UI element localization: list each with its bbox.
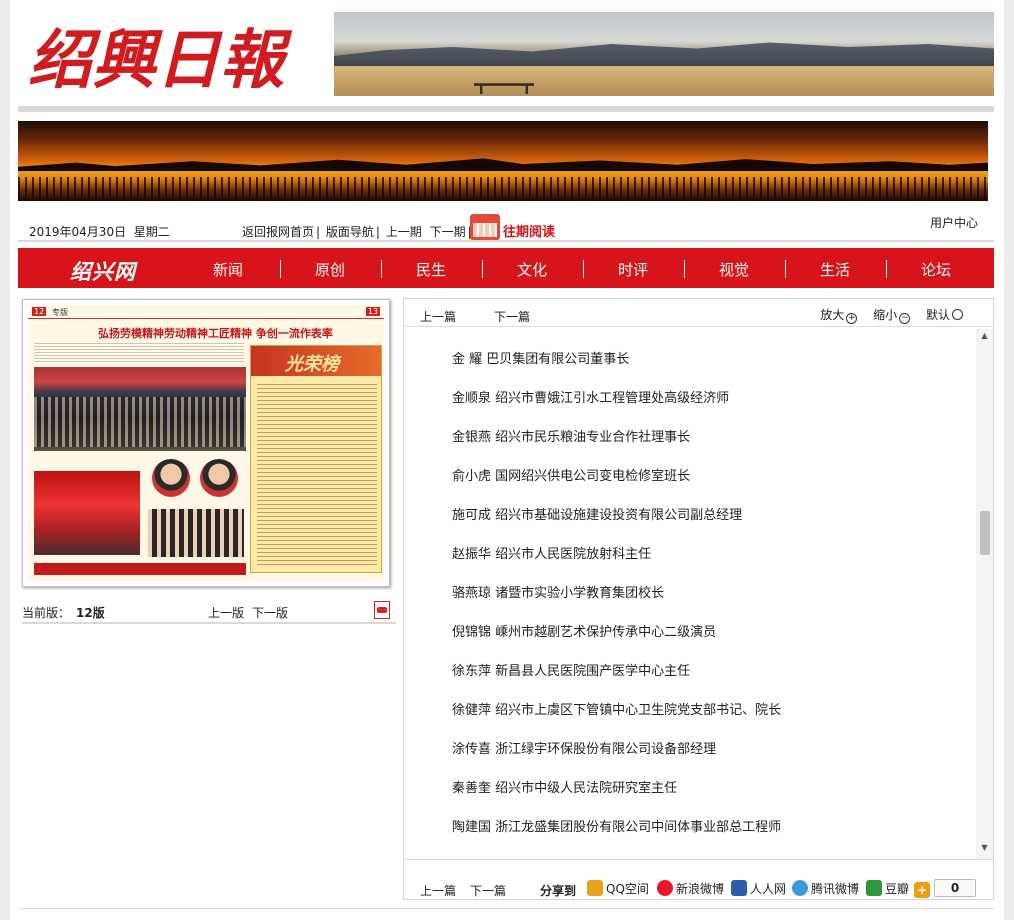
shaoxing-daily-logo: 绍興日報: [28, 23, 293, 98]
list-item: 金顺泉 绍兴市曹娥江引水工程管理处高级经济师: [452, 391, 730, 406]
zoom-default-button[interactable]: 默认: [920, 308, 963, 322]
share-more-button[interactable]: +: [914, 880, 933, 898]
share-tencent-weibo-button[interactable]: 腾讯微博: [792, 880, 859, 897]
nav-item-culture[interactable]: 文化: [517, 259, 547, 280]
home-link[interactable]: 返回报网首页: [242, 225, 316, 239]
list-item: 徐东萍 新昌县人民医院围产医学中心主任: [452, 664, 691, 679]
thumbnail-headline: 弘扬劳模精神劳动精神工匠精神 争创一流作表率: [98, 327, 333, 340]
list-item: 施可成 绍兴市基础设施建设投资有限公司副总经理: [452, 508, 743, 523]
page-meta: 当前版： 12版 上一版 下一版: [22, 598, 396, 624]
nav-item-forum[interactable]: 论坛: [921, 259, 951, 280]
nav-item-visual[interactable]: 视觉: [719, 259, 749, 280]
ceremony-photo: [34, 471, 140, 555]
plus-icon: +: [914, 882, 930, 898]
list-item: 骆燕琼 诸暨市实验小学教育集团校长: [452, 586, 665, 601]
article-footer: 上一篇 下一篇 分享到 QQ空间 新浪微博 人人网 腾讯微博 豆瓣 + 0: [404, 859, 993, 901]
scrollbar-thumb[interactable]: [980, 511, 990, 555]
minus-circle-icon: −: [899, 313, 911, 324]
list-item: 倪锦锦 嵊州市越剧艺术保护传承中心二级演员: [452, 625, 717, 640]
list-item: 俞小虎 国网绍兴供电公司变电检修室班长: [452, 469, 691, 484]
nav-logo[interactable]: 绍兴网: [70, 256, 136, 286]
portrait-photo: [152, 459, 190, 497]
header-divider: [18, 106, 994, 112]
qzone-icon: [587, 880, 603, 896]
page-bottom-border: [18, 908, 994, 920]
group-photo: [34, 367, 246, 451]
user-center-link[interactable]: 用户中心: [930, 214, 978, 231]
team-photo: [148, 509, 244, 557]
weibo-icon: [657, 880, 673, 896]
list-item: 秦善奎 绍兴市中级人民法院研究室主任: [452, 781, 678, 796]
tencent-weibo-icon: [792, 880, 808, 896]
share-qzone-button[interactable]: QQ空间: [587, 880, 649, 897]
info-row: 2019年04月30日 星期二 返回报网首页| 版面导航| 上一期 下一期| 往…: [18, 212, 994, 242]
list-item: 赵振华 绍兴市人民医院放射科主任: [452, 547, 652, 562]
header-banner-image: [334, 12, 994, 96]
page-thumbnail[interactable]: 12 专版 13 弘扬劳模精神劳动精神工匠精神 争创一流作表率 光荣榜: [22, 299, 390, 587]
zoom-out-button[interactable]: 缩小 −: [867, 308, 911, 324]
renren-icon: [731, 880, 747, 896]
share-renren-button[interactable]: 人人网: [731, 880, 786, 897]
next-article-link[interactable]: 下一篇: [494, 308, 530, 325]
nav-item-life[interactable]: 生活: [820, 259, 850, 280]
scroll-down-icon[interactable]: ▼: [976, 843, 993, 857]
issue-date: 2019年04月30日 星期二: [29, 225, 170, 239]
prev-article-link-bottom[interactable]: 上一篇: [420, 882, 456, 899]
portrait-photo: [200, 459, 238, 497]
prev-issue-link[interactable]: 上一期: [386, 225, 424, 239]
nav-item-commentary[interactable]: 时评: [618, 259, 648, 280]
circle-icon: [952, 309, 963, 320]
zoom-in-button[interactable]: 放大 +: [814, 308, 858, 324]
nav-item-news[interactable]: 新闻: [213, 259, 243, 280]
list-item: 金 耀 巴贝集团有限公司董事长: [452, 352, 630, 367]
plus-circle-icon: +: [846, 313, 858, 324]
share-weibo-button[interactable]: 新浪微博: [657, 880, 724, 897]
next-article-link-bottom[interactable]: 下一篇: [470, 882, 506, 899]
list-item: 陶建国 浙江龙盛集团股份有限公司中间体事业部总工程师: [452, 820, 782, 835]
current-page: 当前版： 12版: [22, 606, 105, 620]
main-nav: 绍兴网 新闻 原创 民生 文化 时评 视觉 生活 论坛: [18, 248, 994, 288]
list-item: 徐健萍 绍兴市上虞区下管镇中心卫生院党支部书记、院长: [452, 703, 782, 718]
next-page-link[interactable]: 下一版: [252, 604, 288, 621]
pdf-icon[interactable]: [374, 601, 390, 619]
page: 绍興日報 2019年04月30日 星期二 返回报网首页 | 版面导航 | 上一期 下…: [10, 0, 1004, 920]
past-reading-link[interactable]: 往期阅读: [503, 221, 555, 240]
logo-text: 绍興日報: [28, 23, 293, 98]
issue-links: 返回报网首页| 版面导航| 上一期 下一期|: [242, 225, 472, 239]
page-nav-link[interactable]: 版面导航: [326, 225, 376, 239]
nav-item-original[interactable]: 原创: [315, 259, 345, 280]
list-item: 金银燕 绍兴市民乐粮油专业合作社理事长: [452, 430, 691, 445]
scroll-up-icon[interactable]: ▲: [976, 331, 993, 345]
article-body[interactable]: 金 耀 巴贝集团有限公司董事长 金顺泉 绍兴市曹娥江引水工程管理处高级经济师 金…: [404, 329, 977, 859]
list-item: 涂传喜 浙江绿宇环保股份有限公司设备部经理: [452, 742, 717, 757]
calendar-icon[interactable]: [470, 214, 500, 240]
article-panel: 上一篇 下一篇 放大 + 缩小 − 默认 金 耀 巴贝集团有限公司董事长 金顺泉 绍…: [403, 298, 994, 900]
sunset-banner-image: [18, 121, 988, 201]
article-toolbar: 上一篇 下一篇 放大 + 缩小 − 默认: [404, 299, 993, 327]
next-issue-link[interactable]: 下一期: [430, 225, 468, 239]
prev-page-link[interactable]: 上一版: [208, 604, 244, 621]
honor-roll: 光荣榜: [250, 345, 382, 573]
nav-item-livelihood[interactable]: 民生: [416, 259, 446, 280]
share-count: 0: [934, 879, 976, 897]
share-douban-button[interactable]: 豆瓣: [866, 880, 909, 897]
zoom-controls: 放大 + 缩小 − 默认: [808, 306, 963, 324]
article-scrollbar[interactable]: ▲ ▼: [976, 329, 993, 859]
douban-icon: [866, 880, 882, 896]
prev-article-link[interactable]: 上一篇: [420, 308, 456, 325]
newspaper-page-image[interactable]: 12 专版 13 弘扬劳模精神劳动精神工匠精神 争创一流作表率 光荣榜: [28, 305, 384, 581]
share-label: 分享到: [540, 884, 577, 898]
